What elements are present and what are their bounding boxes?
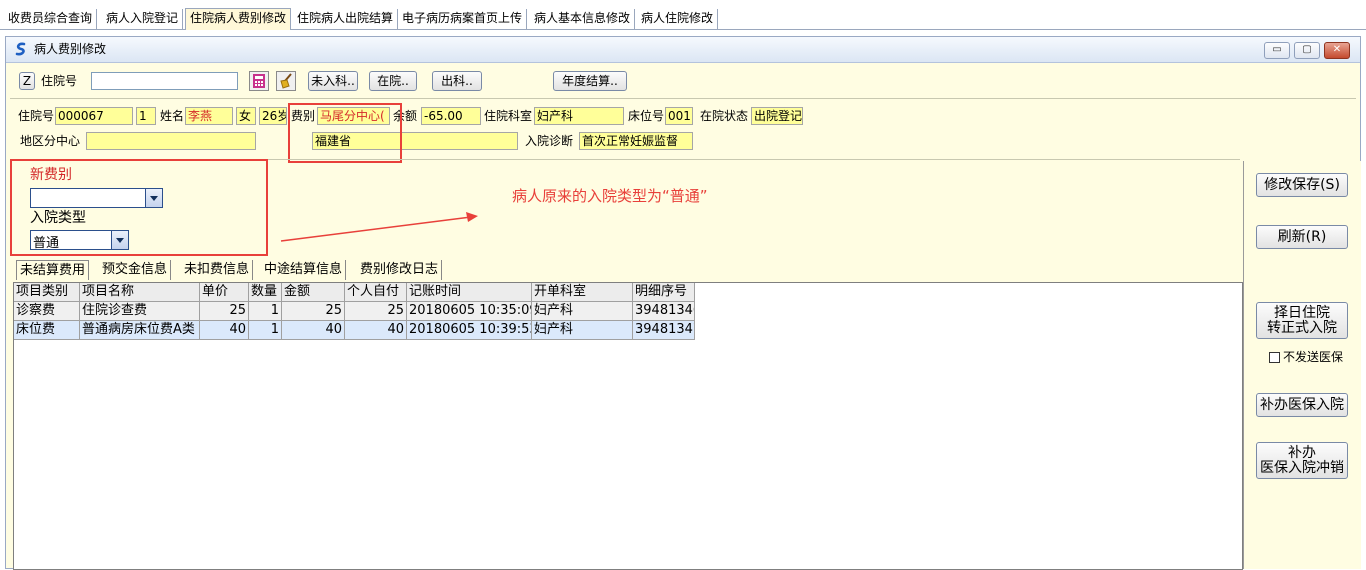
discharged-button[interactable]: 出科.. (432, 71, 482, 91)
cell-unit-price: 40 (200, 321, 249, 340)
col-header-self-pay[interactable]: 个人自付 (345, 283, 407, 302)
not-admitted-button[interactable]: 未入科.. (308, 71, 358, 91)
tab-inpatient-modify[interactable]: 病人住院修改 (637, 9, 719, 29)
in-hospital-button[interactable]: 在院.. (369, 71, 417, 91)
no-insurance-label: 不发送医保 (1283, 350, 1344, 364)
calculator-icon[interactable] (249, 71, 269, 91)
annotation-arrow (280, 212, 478, 242)
chevron-down-icon[interactable] (111, 231, 128, 249)
cell-bill-time: 20180605 10:39:53 (407, 321, 532, 340)
broom-icon[interactable] (276, 71, 296, 91)
tab-unbilled-info[interactable]: 未扣费信息 (181, 260, 254, 280)
tab-emr-upload[interactable]: 电子病历病案首页上传 (398, 9, 528, 29)
hospital-no-search-label: 住院号 (41, 74, 78, 88)
cell-unit-price: 25 (200, 302, 249, 321)
col-header-quantity[interactable]: 数量 (249, 283, 282, 302)
supplement-insurance-admit-button[interactable]: 补办医保入院 (1256, 393, 1348, 417)
cell-detail-no: 39481347 (633, 321, 695, 340)
maximize-button[interactable]: ▢ (1294, 42, 1320, 59)
window-titlebar: 病人费别修改 ▭ ▢ ✕ (6, 37, 1360, 63)
cell-item-name: 普通病房床位费A类 (80, 321, 200, 340)
cell-item-name: 住院诊查费 (80, 302, 200, 321)
new-fee-select[interactable] (30, 188, 163, 208)
cell-amount: 40 (282, 321, 345, 340)
cell-category: 床位费 (14, 321, 80, 340)
col-header-amount[interactable]: 金额 (282, 283, 345, 302)
transfer-btn-line2: 转正式入院 (1267, 319, 1337, 336)
cell-bill-time: 20180605 10:35:09 (407, 302, 532, 321)
transfer-formal-admit-button[interactable]: 择日住院 转正式入院 (1256, 302, 1348, 339)
tab-basic-info-modify[interactable]: 病人基本信息修改 (530, 9, 636, 29)
diagnosis-field: 首次正常妊娠监督 (579, 132, 693, 150)
cell-self-pay: 25 (345, 302, 407, 321)
bed-field: 001 (665, 107, 693, 125)
cell-detail-no: 39481346 (633, 302, 695, 321)
hospital-no-field: 000067 (55, 107, 133, 125)
name-field: 李燕 (185, 107, 233, 125)
dept-field: 妇产科 (534, 107, 624, 125)
balance-field: -65.00 (421, 107, 481, 125)
tab-admission-register[interactable]: 病人入院登记 (102, 9, 184, 29)
minimize-button[interactable]: ▭ (1264, 42, 1290, 59)
status-label: 在院状态 (700, 109, 749, 123)
gender-field: 女 (236, 107, 256, 125)
cancel-btn-line1: 补办 (1288, 444, 1316, 461)
col-header-category[interactable]: 项目类别 (14, 283, 80, 302)
tab-cashier-query[interactable]: 收费员综合查询 (4, 9, 98, 29)
cell-dept: 妇产科 (532, 302, 633, 321)
cell-quantity: 1 (249, 302, 282, 321)
admit-type-value: 普通 (33, 236, 60, 251)
tab-fee-type-modify[interactable]: 住院病人费别修改 (185, 8, 292, 30)
col-header-unit-price[interactable]: 单价 (200, 283, 249, 302)
annual-settle-button[interactable]: 年度结算.. (553, 71, 627, 91)
top-tab-strip: 收费员综合查询 病人入院登记 住院病人费别修改 住院病人出院结算 电子病历病案首… (0, 0, 1366, 30)
z-button[interactable]: Z (19, 72, 35, 90)
close-button[interactable]: ✕ (1324, 42, 1350, 59)
toolbar-divider (10, 98, 1356, 99)
hospital-no-search-input[interactable] (91, 72, 238, 90)
region-label: 地区分中心 (20, 134, 81, 148)
refresh-button[interactable]: 刷新(R) (1256, 225, 1348, 249)
col-header-dept[interactable]: 开单科室 (532, 283, 633, 302)
transfer-btn-line1: 择日住院 (1274, 304, 1330, 321)
cell-quantity: 1 (249, 321, 282, 340)
diagnosis-label: 入院诊断 (525, 134, 574, 148)
admit-type-label: 入院类型 (30, 210, 86, 226)
col-header-item-name[interactable]: 项目名称 (80, 283, 200, 302)
tab-discharge-settle[interactable]: 住院病人出院结算 (293, 9, 399, 29)
cell-category: 诊察费 (14, 302, 80, 321)
annotation-text: 病人原来的入院类型为“普通” (512, 187, 708, 205)
window-title: 病人费别修改 (34, 42, 107, 56)
chevron-down-icon[interactable] (145, 189, 162, 207)
col-header-detail-no[interactable]: 明细序号 (633, 283, 695, 302)
app-logo-icon (14, 42, 28, 56)
no-insurance-checkbox[interactable] (1269, 352, 1280, 363)
age-field: 26岁 (259, 107, 287, 125)
name-label: 姓名 (160, 109, 185, 123)
tab-interim-settle-info[interactable]: 中途结算信息 (261, 260, 347, 280)
save-button[interactable]: 修改保存(S) (1256, 173, 1348, 197)
right-action-panel: 修改保存(S) 刷新(R) 择日住院 转正式入院 不发送医保 补办医保入院 补办… (1243, 161, 1361, 569)
unsettled-fees-grid: 项目类别 项目名称 单价 数量 金额 个人自付 记账时间 开单科室 明细序号 诊… (13, 282, 1243, 570)
cell-self-pay: 40 (345, 321, 407, 340)
cancel-btn-line2: 医保入院冲销 (1260, 459, 1344, 476)
new-fee-label: 新费别 (30, 167, 72, 183)
tab-unsettled-fees[interactable]: 未结算费用 (16, 260, 90, 280)
tab-prepayment-info[interactable]: 预交金信息 (99, 260, 172, 280)
cell-amount: 25 (282, 302, 345, 321)
admission-times-field: 1 (136, 107, 156, 125)
cancel-insurance-admit-button[interactable]: 补办 医保入院冲销 (1256, 442, 1348, 479)
fee-type-highlight-box (288, 103, 402, 163)
fee-modify-window: 病人费别修改 ▭ ▢ ✕ Z 住院号 未入科.. 在院.. 出科.. 年度结算.… (5, 36, 1361, 570)
admit-type-select[interactable]: 普通 (30, 230, 129, 251)
hospital-no-label: 住院号 (18, 109, 55, 123)
region-field (86, 132, 256, 150)
bed-label: 床位号 (628, 109, 665, 123)
dept-label: 住院科室 (484, 109, 533, 123)
cell-dept: 妇产科 (532, 321, 633, 340)
tab-fee-change-log[interactable]: 费别修改日志 (357, 260, 443, 280)
col-header-bill-time[interactable]: 记账时间 (407, 283, 532, 302)
status-field: 出院登记 (751, 107, 803, 125)
